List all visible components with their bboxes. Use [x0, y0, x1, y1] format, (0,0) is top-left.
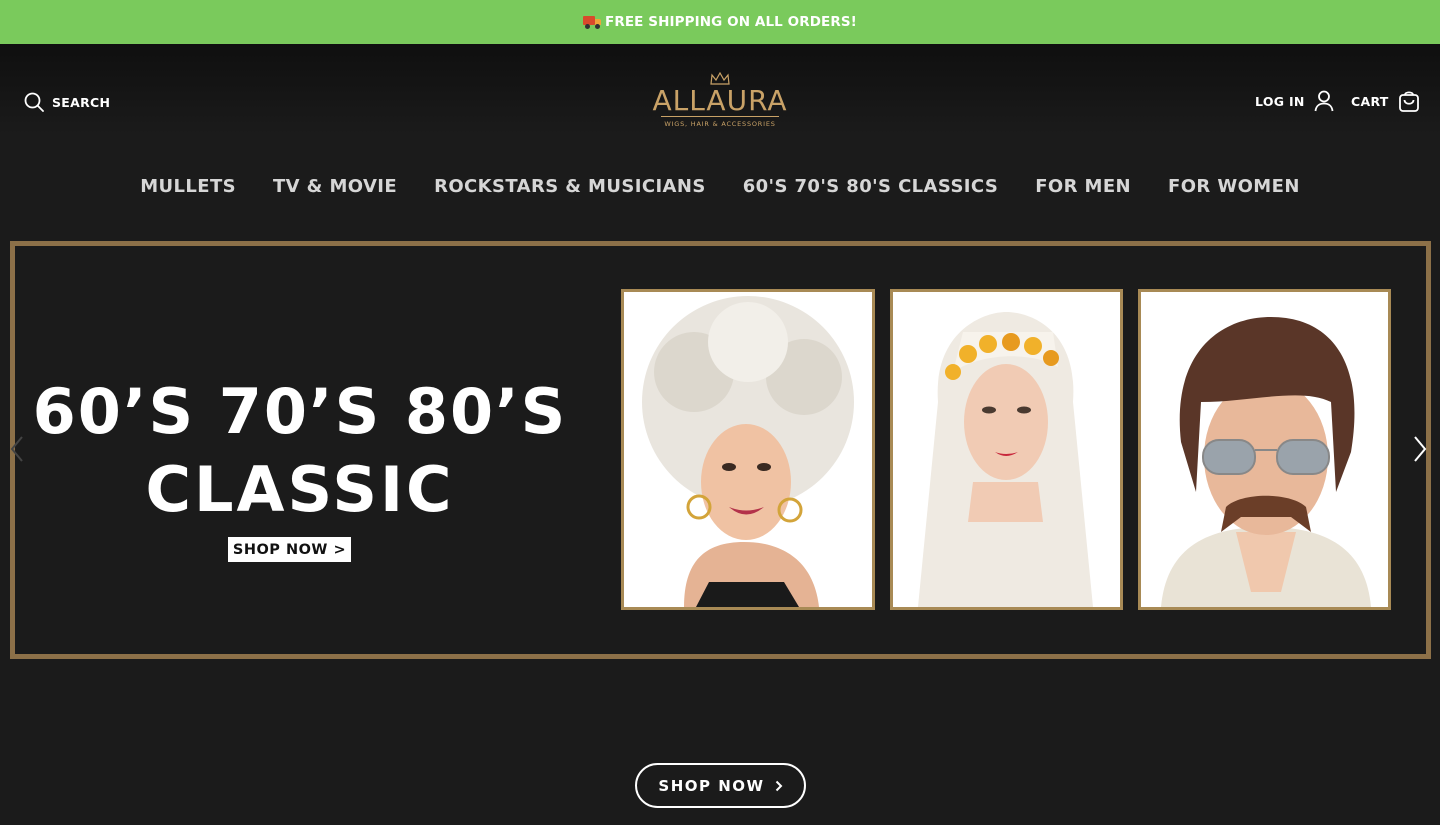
nav-item-rockstars-musicians[interactable]: ROCKSTARS & MUSICIANS — [434, 176, 706, 197]
hero-shop-now-label: SHOP NOW > — [232, 541, 347, 558]
shopping-bag-icon — [1398, 91, 1419, 112]
nav-item-tv-movie[interactable]: TV & MOVIE — [273, 176, 397, 197]
afro-wig-photo — [621, 289, 875, 610]
hero-shop-now-button[interactable]: SHOP NOW > — [228, 537, 351, 562]
announcement-bar: FREE SHIPPING ON ALL ORDERS! — [0, 0, 1440, 44]
cart-label: CART — [1351, 93, 1389, 109]
nav-item-classics[interactable]: 60'S 70'S 80'S CLASSICS — [743, 176, 999, 197]
hippie-wig-photo — [890, 289, 1123, 610]
delivery-truck-icon — [583, 15, 603, 29]
carousel-previous-button[interactable] — [10, 435, 24, 467]
hero-title: 60’S 70’S 80’S CLASSIC — [15, 374, 585, 530]
search-icon — [24, 92, 44, 112]
shop-now-label: SHOP NOW — [658, 776, 765, 795]
logo-tagline: WIGS, HAIR & ACCESSORIES — [664, 120, 776, 128]
nav-item-for-women[interactable]: FOR WOMEN — [1168, 176, 1300, 197]
chevron-right-icon — [1414, 436, 1427, 462]
logo-brand: ALLAURA — [652, 84, 788, 117]
login-link[interactable]: LOG IN — [1255, 90, 1334, 112]
announcement-text: FREE SHIPPING ON ALL ORDERS! — [605, 14, 857, 30]
site-header: SEARCH ALLAURA WIGS, HAIR & ACCESSORIES … — [0, 44, 1440, 244]
search-button[interactable]: SEARCH — [24, 92, 110, 112]
user-icon — [1314, 90, 1334, 112]
cart-link[interactable]: CART — [1351, 90, 1420, 112]
chevron-right-icon — [775, 780, 783, 791]
nav-item-mullets[interactable]: MULLETS — [140, 176, 236, 197]
nav-item-for-men[interactable]: FOR MEN — [1035, 176, 1131, 197]
shop-now-button[interactable]: SHOP NOW — [635, 763, 806, 808]
mens-70s-wig-photo — [1138, 289, 1391, 610]
main-navigation: MULLETS TV & MOVIE ROCKSTARS & MUSICIANS… — [0, 176, 1440, 197]
carousel-next-button[interactable] — [1413, 435, 1427, 467]
search-label: SEARCH — [52, 94, 111, 110]
hero-title-line1: 60’S 70’S 80’S — [32, 375, 568, 448]
site-logo[interactable]: ALLAURA WIGS, HAIR & ACCESSORIES — [650, 72, 790, 138]
hero-title-line2: CLASSIC — [145, 453, 455, 526]
login-label: LOG IN — [1255, 93, 1305, 109]
hero-banner[interactable]: 60’S 70’S 80’S CLASSIC SHOP NOW > — [10, 241, 1431, 659]
chevron-left-icon — [10, 436, 23, 462]
